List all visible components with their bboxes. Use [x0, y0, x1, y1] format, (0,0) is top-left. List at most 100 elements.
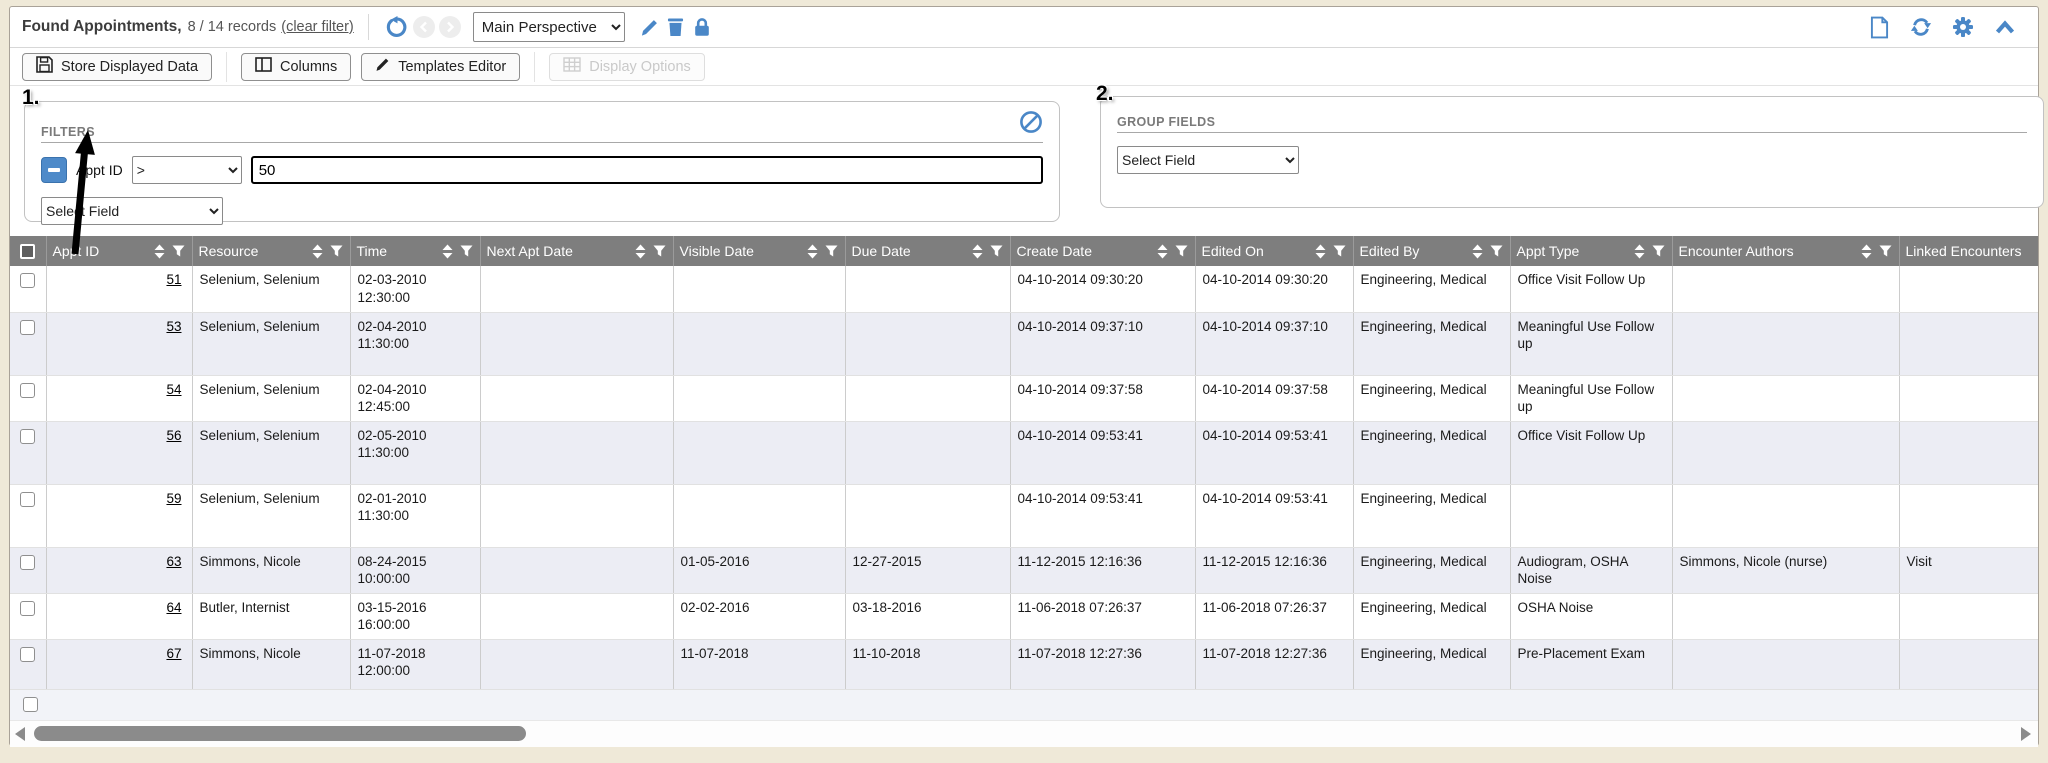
- column-header-appt_type[interactable]: Appt Type: [1510, 236, 1672, 266]
- sort-icon[interactable]: [1472, 244, 1483, 259]
- sort-icon[interactable]: [312, 244, 323, 259]
- sort-icon[interactable]: [807, 244, 818, 259]
- column-header-linked[interactable]: Linked Encounters: [1899, 236, 2038, 266]
- column-header-edited_by[interactable]: Edited By: [1353, 236, 1510, 266]
- filter-icon[interactable]: [460, 245, 473, 257]
- cell-next_apt: [480, 593, 673, 639]
- filter-operator-select[interactable]: >: [132, 156, 242, 184]
- cell-time: 02-03-2010 12:30:00: [350, 266, 480, 312]
- settings-gear-icon[interactable]: [1950, 14, 1976, 40]
- sort-icon[interactable]: [442, 244, 453, 259]
- cell-create: 04-10-2014 09:37:10: [1010, 312, 1195, 375]
- column-label: Visible Date: [680, 243, 754, 259]
- appt-id-link[interactable]: 51: [166, 272, 181, 287]
- collapse-chevron-up-icon[interactable]: [1992, 14, 2018, 40]
- row-checkbox[interactable]: [20, 647, 35, 662]
- clear-filter-link[interactable]: (clear filter): [281, 19, 354, 35]
- appt-id-link[interactable]: 67: [166, 646, 181, 661]
- column-header-due[interactable]: Due Date: [845, 236, 1010, 266]
- appt-id-link[interactable]: 64: [166, 600, 181, 615]
- scroll-left-arrow[interactable]: [15, 727, 25, 741]
- undo-icon[interactable]: [383, 14, 409, 40]
- display-options-button[interactable]: Display Options: [549, 53, 705, 81]
- columns-button[interactable]: Columns: [241, 53, 351, 81]
- cell-due: [845, 312, 1010, 375]
- templates-editor-button[interactable]: Templates Editor: [361, 53, 520, 81]
- filter-value-input[interactable]: [251, 156, 1043, 184]
- sort-icon[interactable]: [635, 244, 646, 259]
- column-header-create[interactable]: Create Date: [1010, 236, 1195, 266]
- appt-id-link[interactable]: 56: [166, 428, 181, 443]
- filter-icon[interactable]: [1175, 245, 1188, 257]
- sort-icon[interactable]: [1315, 244, 1326, 259]
- filter-icon[interactable]: [990, 245, 1003, 257]
- add-filter-field-select[interactable]: Select Field: [41, 197, 223, 225]
- edit-perspective-icon[interactable]: [637, 14, 663, 40]
- appt-id-link[interactable]: 54: [166, 382, 181, 397]
- row-checkbox[interactable]: [20, 273, 35, 288]
- clear-all-filters-icon[interactable]: [1019, 110, 1043, 139]
- cell-create: 11-06-2018 07:26:37: [1010, 593, 1195, 639]
- cell-next_apt: [480, 312, 673, 375]
- column-header-id[interactable]: Appt ID: [46, 236, 192, 266]
- row-checkbox[interactable]: [20, 429, 35, 444]
- column-header-visible[interactable]: Visible Date: [673, 236, 845, 266]
- table-row: 56Selenium, Selenium02-05-2010 11:30:000…: [10, 421, 2038, 484]
- cell-linked: [1899, 421, 2038, 484]
- sort-icon[interactable]: [154, 244, 165, 259]
- horizontal-scrollbar[interactable]: [10, 721, 2038, 747]
- filter-icon[interactable]: [1333, 245, 1346, 257]
- filter-icon[interactable]: [1490, 245, 1503, 257]
- row-checkbox[interactable]: [20, 492, 35, 507]
- column-header-next_apt[interactable]: Next Apt Date: [480, 236, 673, 266]
- filter-icon[interactable]: [330, 245, 343, 257]
- sort-icon[interactable]: [1861, 244, 1872, 259]
- prev-page-icon[interactable]: [413, 16, 435, 38]
- filter-icon[interactable]: [1652, 245, 1665, 257]
- sort-icon[interactable]: [972, 244, 983, 259]
- column-header-time[interactable]: Time: [350, 236, 480, 266]
- row-checkbox[interactable]: [20, 383, 35, 398]
- cell-appt-id: 54: [46, 375, 192, 421]
- remove-filter-button[interactable]: [41, 157, 67, 183]
- column-header-edited_on[interactable]: Edited On: [1195, 236, 1353, 266]
- appt-id-link[interactable]: 63: [166, 554, 181, 569]
- store-displayed-data-button[interactable]: Store Displayed Data: [22, 53, 212, 81]
- row-checkbox[interactable]: [23, 697, 38, 712]
- lock-icon[interactable]: [689, 14, 715, 40]
- cell-visible: [673, 266, 845, 312]
- column-header-cb[interactable]: [10, 236, 46, 266]
- perspective-select[interactable]: Main Perspective: [473, 12, 625, 42]
- new-document-icon[interactable]: [1866, 14, 1892, 40]
- refresh-icon[interactable]: [1908, 14, 1934, 40]
- sort-icon[interactable]: [1634, 244, 1645, 259]
- filter-icon[interactable]: [172, 245, 185, 257]
- column-header-authors[interactable]: Encounter Authors: [1672, 236, 1899, 266]
- scroll-right-arrow[interactable]: [2021, 727, 2031, 741]
- page-title: Found Appointments,: [22, 18, 182, 36]
- column-label: Time: [357, 243, 388, 259]
- scrollbar-thumb[interactable]: [34, 726, 526, 741]
- appt-id-link[interactable]: 59: [166, 491, 181, 506]
- row-checkbox[interactable]: [20, 555, 35, 570]
- cell-appt-id: 51: [46, 266, 192, 312]
- group-field-select[interactable]: Select Field: [1117, 146, 1299, 174]
- column-header-resource[interactable]: Resource: [192, 236, 350, 266]
- select-all-checkbox[interactable]: [20, 244, 35, 259]
- cell-linked: [1899, 593, 2038, 639]
- filter-icon[interactable]: [1879, 245, 1892, 257]
- filter-icon[interactable]: [825, 245, 838, 257]
- sort-icon[interactable]: [1157, 244, 1168, 259]
- next-page-icon[interactable]: [439, 16, 461, 38]
- row-checkbox[interactable]: [20, 320, 35, 335]
- row-checkbox[interactable]: [20, 601, 35, 616]
- cell-visible: [673, 375, 845, 421]
- filter-icon[interactable]: [653, 245, 666, 257]
- filter-zone: 1. 2. FILTERS Appt ID >: [10, 86, 2038, 236]
- appt-id-link[interactable]: 53: [166, 319, 181, 334]
- cell-appt_type: Meaningful Use Follow up: [1510, 375, 1672, 421]
- empty-row: [10, 690, 2038, 721]
- delete-perspective-icon[interactable]: [663, 14, 689, 40]
- cell-linked: [1899, 484, 2038, 547]
- cell-appt_type: Pre-Placement Exam: [1510, 639, 1672, 689]
